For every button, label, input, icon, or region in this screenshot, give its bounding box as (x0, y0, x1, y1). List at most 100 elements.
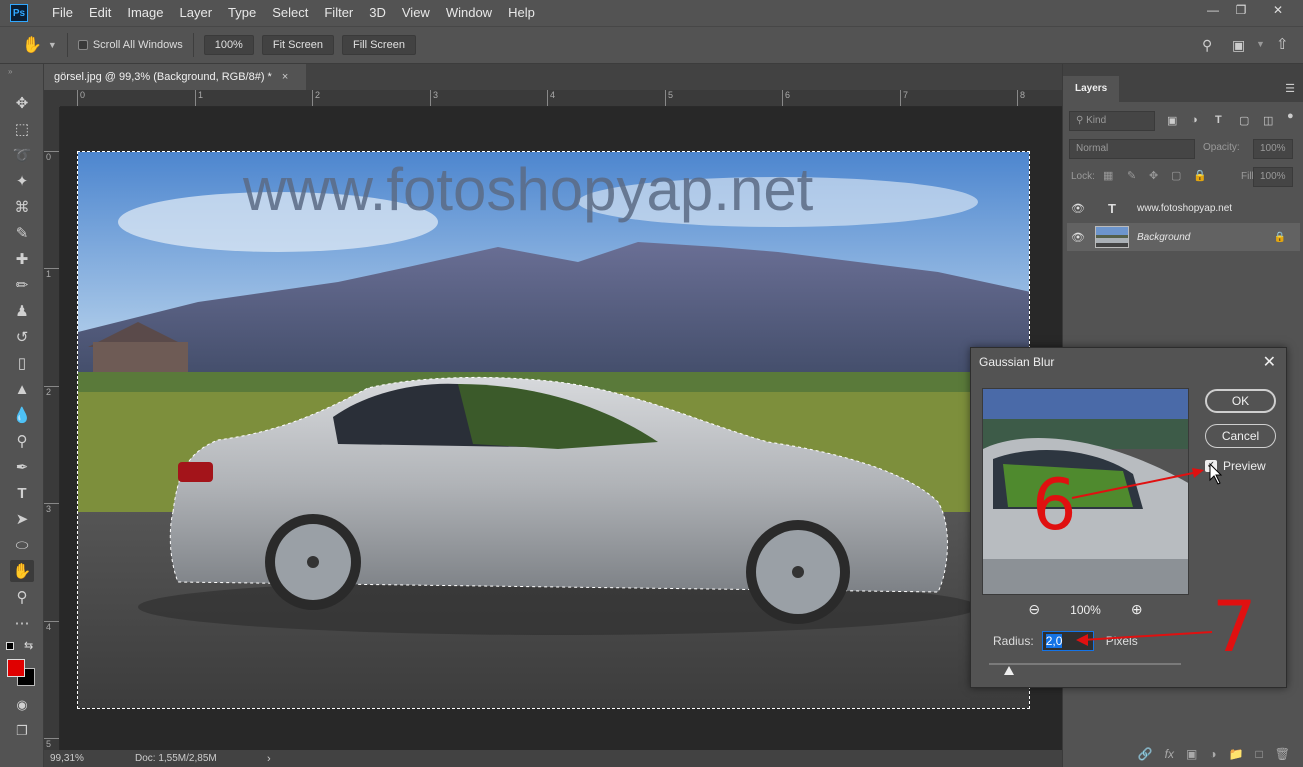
menu-file[interactable]: File (44, 0, 81, 26)
menu-layer[interactable]: Layer (172, 0, 221, 26)
menu-type[interactable]: Type (220, 0, 264, 26)
filter-toggle-icon[interactable]: ● (1287, 110, 1294, 122)
menu-window[interactable]: Window (438, 0, 500, 26)
swap-colors-icon[interactable]: ⇆ (24, 639, 33, 652)
paint-bucket-tool-icon[interactable]: ▲ (10, 378, 34, 400)
crop-tool-icon[interactable]: ⌘ (10, 196, 34, 218)
radius-input[interactable]: 2,0 (1041, 631, 1094, 651)
fill-input[interactable]: 100% (1253, 167, 1293, 187)
more-tools-icon[interactable]: ⋯ (10, 612, 34, 634)
panel-menu-icon[interactable]: ☰ (1285, 82, 1295, 95)
layer-row-background[interactable]: 👁 Background 🔒 (1067, 223, 1300, 251)
marquee-tool-icon[interactable]: ⬚ (10, 118, 34, 140)
pixel-filter-icon[interactable]: ▣ (1167, 114, 1177, 127)
zoom-out-icon[interactable]: ⊖ (1028, 601, 1040, 618)
new-group-icon[interactable]: 📁 (1229, 747, 1244, 761)
ellipse-tool-icon[interactable]: ⬭ (10, 534, 34, 556)
brush-tool-icon[interactable]: ✏ (10, 274, 34, 296)
opacity-input[interactable]: 100% (1253, 139, 1293, 159)
lock-transparent-icon[interactable]: ▦ (1103, 169, 1113, 182)
eraser-tool-icon[interactable]: ▯ (10, 352, 34, 374)
healing-brush-tool-icon[interactable]: ✚ (10, 248, 34, 270)
eye-icon[interactable]: 👁 (1067, 231, 1089, 244)
lock-artboard-icon[interactable]: ▢ (1171, 169, 1181, 182)
layer-name[interactable]: www.fotoshopyap.net (1137, 203, 1232, 214)
eye-icon[interactable]: 👁 (1067, 202, 1089, 215)
clone-stamp-tool-icon[interactable]: ♟ (10, 300, 34, 322)
radius-slider-thumb[interactable] (1004, 666, 1014, 675)
close-window-icon[interactable]: ✕ (1262, 0, 1294, 20)
magic-wand-tool-icon[interactable]: ✦ (10, 170, 34, 192)
menu-image[interactable]: Image (119, 0, 171, 26)
type-filter-icon[interactable]: T (1215, 114, 1222, 126)
fx-icon[interactable]: fx (1165, 747, 1174, 761)
lasso-tool-icon[interactable]: ➰ (10, 144, 34, 166)
layer-filter-select[interactable]: ⚲ Kind (1069, 111, 1155, 131)
checkbox-icon[interactable] (77, 40, 88, 50)
menu-select[interactable]: Select (264, 0, 316, 26)
foreground-color-swatch[interactable] (7, 659, 25, 677)
type-tool-icon[interactable]: T (10, 482, 34, 504)
fill-screen-button[interactable]: Fill Screen (341, 35, 416, 55)
path-selection-tool-icon[interactable]: ➤ (10, 508, 34, 530)
collapse-icon[interactable]: » (8, 67, 12, 76)
chevron-down-icon[interactable]: ▼ (48, 40, 57, 50)
share-icon[interactable]: ⇧ (1276, 35, 1289, 53)
search-icon[interactable]: ⚲ (1202, 37, 1212, 54)
blend-mode-select[interactable]: Normal (1069, 139, 1195, 159)
chevron-down-icon[interactable]: ▼ (1256, 39, 1265, 49)
layer-row-text[interactable]: 👁 T www.fotoshopyap.net (1067, 194, 1300, 222)
lock-pixels-icon[interactable]: ✎ (1127, 169, 1136, 182)
document-tab[interactable]: görsel.jpg @ 99,3% (Background, RGB/8#) … (44, 64, 306, 90)
pen-tool-icon[interactable]: ✒ (10, 456, 34, 478)
adjustment-filter-icon[interactable]: ◑ (1191, 114, 1198, 126)
zoom-level[interactable]: 99,31% (50, 753, 120, 764)
menu-view[interactable]: View (394, 0, 438, 26)
canvas-area[interactable]: www.fotoshopyap.net (60, 107, 1062, 750)
quick-mask-icon[interactable]: ◉ (10, 694, 34, 716)
filter-preview[interactable] (982, 388, 1189, 595)
chevron-right-icon[interactable]: › (267, 753, 271, 765)
delete-layer-icon[interactable]: 🗑 (1275, 747, 1290, 761)
menu-edit[interactable]: Edit (81, 0, 119, 26)
add-mask-icon[interactable]: ▣ (1186, 747, 1197, 761)
move-tool-icon[interactable]: ✥ (10, 92, 34, 114)
checkmark-icon[interactable]: ✓ (1205, 460, 1217, 472)
shape-filter-icon[interactable]: ▢ (1239, 114, 1249, 127)
document-image[interactable]: www.fotoshopyap.net (77, 151, 1030, 709)
scroll-all-windows-checkbox[interactable]: Scroll All Windows (77, 39, 183, 51)
new-layer-icon[interactable]: □ (1256, 747, 1263, 761)
cancel-button[interactable]: Cancel (1205, 424, 1276, 448)
menu-filter[interactable]: Filter (316, 0, 361, 26)
restore-icon[interactable]: ❐ (1225, 0, 1257, 20)
blur-tool-icon[interactable]: 💧 (10, 404, 34, 426)
menu-help[interactable]: Help (500, 0, 543, 26)
vertical-ruler[interactable]: 0 1 2 3 4 5 (44, 107, 60, 750)
dodge-tool-icon[interactable]: ⚲ (10, 430, 34, 452)
radius-slider-track[interactable] (989, 663, 1181, 665)
lock-all-icon[interactable]: 🔒 (1193, 169, 1207, 182)
hand-tool-preset-icon[interactable]: ✋ (22, 35, 42, 55)
close-icon[interactable]: ✕ (1263, 352, 1276, 372)
adjustment-layer-icon[interactable]: ◑ (1209, 747, 1216, 761)
lock-position-icon[interactable]: ✥ (1149, 169, 1158, 182)
smart-object-filter-icon[interactable]: ◫ (1263, 114, 1273, 127)
fit-screen-button[interactable]: Fit Screen (261, 35, 334, 55)
horizontal-ruler[interactable]: 0 1 2 3 4 5 6 7 8 (60, 90, 1062, 107)
history-brush-tool-icon[interactable]: ↺ (10, 326, 34, 348)
zoom-100-button[interactable]: 100% (203, 35, 254, 55)
close-tab-icon[interactable]: × (282, 64, 288, 90)
ok-button[interactable]: OK (1205, 389, 1276, 413)
link-layers-icon[interactable]: 🔗 (1138, 747, 1153, 761)
eyedropper-tool-icon[interactable]: ✎ (10, 222, 34, 244)
hand-tool-icon[interactable]: ✋ (10, 560, 34, 582)
tab-layers[interactable]: Layers (1063, 76, 1119, 102)
zoom-in-icon[interactable]: ⊕ (1131, 601, 1143, 618)
preview-checkbox[interactable]: ✓ Preview (1205, 459, 1266, 473)
layer-name[interactable]: Background (1137, 232, 1190, 243)
zoom-tool-icon[interactable]: ⚲ (10, 586, 34, 608)
menu-3d[interactable]: 3D (361, 0, 394, 26)
default-colors-icon[interactable] (6, 642, 14, 650)
screen-mode-icon[interactable]: ❐ (10, 720, 34, 742)
workspace-icon[interactable]: ▣ (1232, 37, 1245, 54)
